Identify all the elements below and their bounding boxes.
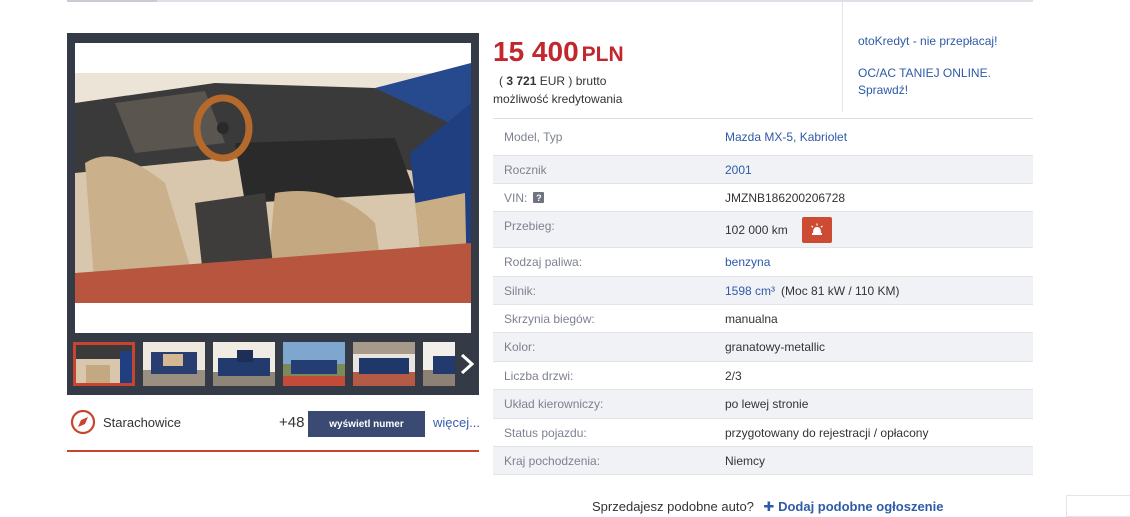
param-row-gearbox: Skrzynia biegów: manualna xyxy=(493,305,1033,333)
price-eur-suffix: brutto xyxy=(575,74,607,88)
thumbnail[interactable] xyxy=(213,342,275,386)
thumbnail[interactable] xyxy=(283,342,345,386)
param-value: JMZNB186200206728 xyxy=(725,190,846,205)
corner-widget xyxy=(1066,495,1130,517)
param-label: Skrzynia biegów: xyxy=(504,311,595,326)
param-value: przygotowany do rejestracji / opłacony xyxy=(725,425,929,440)
add-similar-link[interactable]: ✚ Dodaj podobne ogłoszenie xyxy=(764,499,944,514)
param-value: po lewej stronie xyxy=(725,397,809,411)
param-label: Rodzaj paliwa: xyxy=(504,255,583,269)
location-text: Starachowice xyxy=(103,415,182,430)
param-value-link[interactable]: Mazda MX-5, Kabriolet xyxy=(725,119,847,155)
params-table: Model, Typ Mazda MX-5, Kabriolet Rocznik… xyxy=(493,118,1033,475)
param-row-color: Kolor: granatowy-metallic xyxy=(493,333,1033,362)
param-label: Rocznik xyxy=(504,162,547,177)
price-currency: PLN xyxy=(581,43,624,66)
thumbnail[interactable] xyxy=(143,342,205,386)
tab-edge xyxy=(67,0,157,2)
param-label-text: VIN: xyxy=(504,190,528,205)
price-eur: ( 3 721 EUR ) brutto xyxy=(499,74,607,88)
param-value-text: 102 000 km xyxy=(725,222,788,237)
param-value: 2/3 xyxy=(725,368,742,383)
thumbnail-strip xyxy=(73,341,479,387)
show-number-button[interactable]: wyświetl numer xyxy=(308,411,425,437)
param-value-link[interactable]: 2001 xyxy=(725,156,752,183)
param-value-engine[interactable]: 1598 cm³ (Moc 81 kW / 110 KM) xyxy=(725,277,900,304)
param-row-engine: Silnik: 1598 cm³ (Moc 81 kW / 110 KM) xyxy=(493,277,1033,305)
param-row-mileage: Przebieg: 102 000 km xyxy=(493,212,1033,248)
param-row-doors: Liczba drzwi: 2/3 xyxy=(493,362,1033,390)
price: 15 400 PLN xyxy=(493,36,624,68)
param-label: Silnik: xyxy=(504,283,537,298)
param-value-text: 1598 cm³ xyxy=(725,283,776,298)
param-row-origin: Kraj pochodzenia: Niemcy xyxy=(493,447,1033,475)
param-label: Kraj pochodzenia: xyxy=(504,453,601,468)
credit-note: możliwość kredytowania xyxy=(493,92,623,106)
param-row-year: Rocznik 2001 xyxy=(493,156,1033,184)
price-amount: 15 400 xyxy=(493,36,579,67)
param-label: Układ kierowniczy: xyxy=(504,397,604,411)
insurance-link[interactable]: OC/AC TANIEJ ONLINE. Sprawdź! xyxy=(858,65,991,99)
sell-similar-text: Sprzedajesz podobne auto? xyxy=(592,499,754,514)
phone-prefix: +48 xyxy=(279,414,305,431)
chevron-right-icon[interactable] xyxy=(455,341,479,387)
param-value-link[interactable]: benzyna xyxy=(725,248,770,276)
help-icon[interactable]: ? xyxy=(533,192,545,203)
otokredyt-link[interactable]: otoKredyt - nie przepłacaj! xyxy=(858,33,997,50)
sell-similar-prompt: Sprzedajesz podobne auto? ✚ Dodaj podobn… xyxy=(592,499,943,515)
location-contact-row: Starachowice +48 wyświetl numer więcej..… xyxy=(67,408,480,438)
param-row-model: Model, Typ Mazda MX-5, Kabriolet xyxy=(493,119,1033,156)
more-link[interactable]: więcej... xyxy=(433,415,480,430)
side-promo-box: otoKredyt - nie przepłacaj! OC/AC TANIEJ… xyxy=(842,2,1034,112)
param-label: Przebieg: xyxy=(504,219,555,233)
insurance-link-line2: Sprawdź! xyxy=(858,83,909,97)
price-eur-amount: 3 721 xyxy=(506,74,537,88)
param-value-extra: (Moc 81 kW / 110 KM) xyxy=(781,283,900,298)
param-value: Niemcy xyxy=(725,453,766,468)
param-row-fuel: Rodzaj paliwa: benzyna xyxy=(493,248,1033,277)
param-row-steering: Układ kierowniczy: po lewej stronie xyxy=(493,390,1033,419)
param-label: Model, Typ xyxy=(504,130,563,144)
add-similar-label: Dodaj podobne ogłoszenie xyxy=(778,499,944,514)
param-row-vin: VIN:? JMZNB186200206728 xyxy=(493,184,1033,212)
param-value: granatowy-metallic xyxy=(725,340,826,354)
param-value-mileage: 102 000 km xyxy=(725,212,832,247)
param-label: Status pojazdu: xyxy=(504,425,587,440)
param-label-vin: VIN:? xyxy=(504,184,545,211)
location-compass-icon xyxy=(70,409,96,435)
location-divider xyxy=(67,450,479,452)
thumbnail[interactable] xyxy=(353,342,415,386)
main-photo[interactable] xyxy=(75,43,471,333)
param-row-status: Status pojazdu: przygotowany do rejestra… xyxy=(493,419,1033,447)
param-value: manualna xyxy=(725,311,778,326)
thumbnail[interactable] xyxy=(73,342,135,386)
insurance-link-line1: OC/AC TANIEJ ONLINE. xyxy=(858,66,991,80)
plus-icon: ✚ xyxy=(763,499,775,514)
report-icon[interactable] xyxy=(801,216,832,243)
photo-gallery xyxy=(67,33,479,395)
param-label: Kolor: xyxy=(504,340,536,354)
price-eur-currency: EUR xyxy=(539,74,566,88)
param-label: Liczba drzwi: xyxy=(504,368,574,383)
